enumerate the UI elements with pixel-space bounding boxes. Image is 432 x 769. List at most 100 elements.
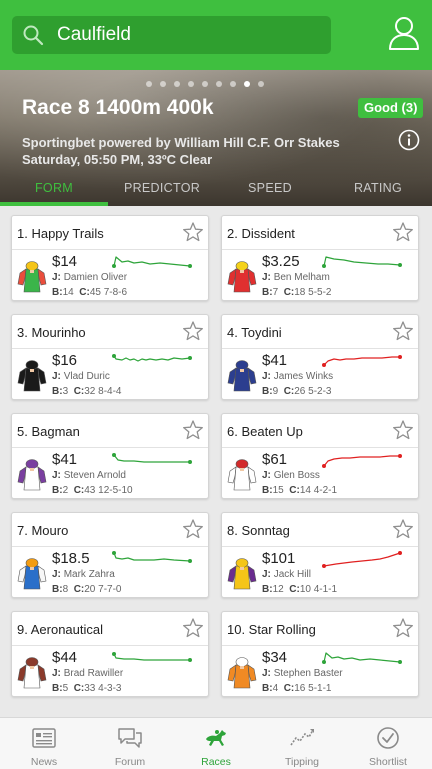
barrier-label: B: — [52, 584, 63, 595]
carousel-dot[interactable] — [188, 81, 194, 87]
nav-news[interactable]: News — [1, 718, 87, 769]
shortlist-star-icon[interactable] — [182, 617, 204, 639]
runner-card[interactable]: 2. Dissident $3.25 J: Ben Melham B:7 C:18 5… — [221, 215, 419, 301]
stats-line: B:9 C:26 5-2-3 — [262, 386, 332, 397]
jockey-name: Brad Rawiller — [63, 668, 124, 679]
runner-card[interactable]: 9. Aeronautical $44 J: Brad Rawiller B:5 C:… — [11, 611, 209, 697]
tab-speed[interactable]: SPEED — [216, 176, 324, 206]
runner-card[interactable]: 8. Sonntag $101 J: Jack Hill B:12 C:10 4-1-… — [221, 512, 419, 598]
jockey-silks-icon — [17, 657, 47, 689]
barrier-value: 2 — [62, 485, 69, 496]
runner-card[interactable]: 3. Mourinho $16 J: Vlad Duric B:3 C:32 8-4-… — [11, 314, 209, 400]
race-banner[interactable]: Race 8 1400m 400k Good (3) Sportingbet p… — [0, 70, 432, 206]
horse-racing-icon — [206, 730, 226, 746]
jockey-label: J: — [52, 470, 61, 481]
jockey-line: J: Jack Hill — [262, 569, 311, 580]
runner-odds[interactable]: $34 — [262, 649, 287, 666]
tab-rating[interactable]: RATING — [324, 176, 432, 206]
runner-card[interactable]: 1. Happy Trails $14 J: Damien Oliver B:14 C… — [11, 215, 209, 301]
career-label: C: — [73, 584, 85, 595]
form-sparkline — [322, 256, 402, 268]
runner-card[interactable]: 7. Mouro $18.5 J: Mark Zahra B:8 C:20 7-7-0 — [11, 512, 209, 598]
jockey-label: J: — [262, 272, 271, 283]
carousel-dot[interactable] — [258, 81, 264, 87]
info-icon[interactable] — [398, 129, 420, 151]
shortlist-star-icon[interactable] — [182, 419, 204, 441]
shortlist-star-icon[interactable] — [392, 419, 414, 441]
career-label: C: — [73, 386, 85, 397]
shortlist-star-icon[interactable] — [182, 320, 204, 342]
barrier-label: B: — [262, 287, 273, 298]
nav-races-label: Races — [201, 756, 231, 768]
runner-odds[interactable]: $18.5 — [52, 550, 90, 567]
shortlist-star-icon[interactable] — [392, 518, 414, 540]
barrier-label: B: — [262, 584, 273, 595]
stats-line: B:2 C:43 12-5-10 — [52, 485, 133, 496]
carousel-dot[interactable] — [216, 81, 222, 87]
barrier-value: 3 — [62, 386, 69, 397]
stats-line: B:14 C:45 7-8-6 — [52, 287, 127, 298]
runner-odds[interactable]: $101 — [262, 550, 295, 567]
carousel-dot[interactable] — [244, 81, 250, 87]
profile-icon[interactable] — [387, 14, 421, 52]
runner-card[interactable]: 5. Bagman $41 J: Steven Arnold B:2 C:43 12-… — [11, 413, 209, 499]
carousel-dot[interactable] — [146, 81, 152, 87]
career-label: C: — [283, 386, 295, 397]
jockey-line: J: Glen Boss — [262, 470, 320, 481]
jockey-line: J: Damien Oliver — [52, 272, 127, 283]
stats-line: B:12 C:10 4-1-1 — [262, 584, 337, 595]
runner-odds[interactable]: $3.25 — [262, 253, 300, 270]
nav-races[interactable]: Races — [173, 718, 259, 769]
jockey-silks-icon — [227, 360, 257, 392]
form-sparkline — [112, 551, 192, 563]
runner-odds[interactable]: $16 — [52, 352, 77, 369]
jockey-line: J: Mark Zahra — [52, 569, 115, 580]
career-label: C: — [289, 584, 300, 595]
jockey-name: Glen Boss — [273, 470, 320, 481]
runner-odds[interactable]: $61 — [262, 451, 287, 468]
jockey-name: James Winks — [273, 371, 334, 382]
career-value: 33 4-3-3 — [84, 683, 122, 694]
runner-name: 8. Sonntag — [227, 523, 290, 538]
runner-card[interactable]: 4. Toydini $41 J: James Winks B:9 C:26 5-2-… — [221, 314, 419, 400]
carousel-dots[interactable] — [146, 81, 264, 87]
runner-odds[interactable]: $14 — [52, 253, 77, 270]
app-screen: Caulfield Race 8 1400m 400k Good (3) Spo… — [0, 0, 432, 769]
card-divider — [222, 447, 418, 448]
nav-shortlist[interactable]: Shortlist — [345, 718, 431, 769]
bottom-nav: News Forum Races Tipping Shortlist — [0, 717, 432, 769]
shortlist-star-icon[interactable] — [392, 320, 414, 342]
jockey-name: Damien Oliver — [63, 272, 128, 283]
barrier-value: 9 — [272, 386, 279, 397]
runner-name: 7. Mouro — [17, 523, 69, 538]
shortlist-star-icon[interactable] — [392, 221, 414, 243]
jockey-silks-icon — [17, 360, 47, 392]
career-label: C: — [73, 485, 85, 496]
nav-tipping[interactable]: Tipping — [259, 718, 345, 769]
jockey-label: J: — [262, 569, 271, 580]
carousel-dot[interactable] — [230, 81, 236, 87]
shortlist-star-icon[interactable] — [182, 221, 204, 243]
tab-predictor[interactable]: PREDICTOR — [108, 176, 216, 206]
career-value: 10 4-1-1 — [299, 584, 338, 595]
jockey-label: J: — [52, 569, 61, 580]
barrier-value: 7 — [272, 287, 279, 298]
shortlist-star-icon[interactable] — [182, 518, 204, 540]
runner-odds[interactable]: $41 — [52, 451, 77, 468]
race-title: Race 8 1400m 400k — [22, 96, 214, 119]
race-tabs: FORM PREDICTOR SPEED RATING — [0, 176, 432, 206]
carousel-dot[interactable] — [174, 81, 180, 87]
shortlist-star-icon[interactable] — [392, 617, 414, 639]
runner-odds[interactable]: $44 — [52, 649, 77, 666]
nav-forum[interactable]: Forum — [87, 718, 173, 769]
form-sparkline — [322, 454, 402, 468]
runner-card[interactable]: 10. Star Rolling $34 J: Stephen Baster B:4 … — [221, 611, 419, 697]
carousel-dot[interactable] — [160, 81, 166, 87]
runner-odds[interactable]: $41 — [262, 352, 287, 369]
barrier-label: B: — [52, 386, 63, 397]
carousel-dot[interactable] — [202, 81, 208, 87]
search-field[interactable]: Caulfield — [12, 16, 331, 54]
nav-forum-label: Forum — [114, 756, 146, 768]
runner-card[interactable]: 6. Beaten Up $61 J: Glen Boss B:15 C:14 4-2… — [221, 413, 419, 499]
jockey-silks-icon — [227, 657, 257, 689]
